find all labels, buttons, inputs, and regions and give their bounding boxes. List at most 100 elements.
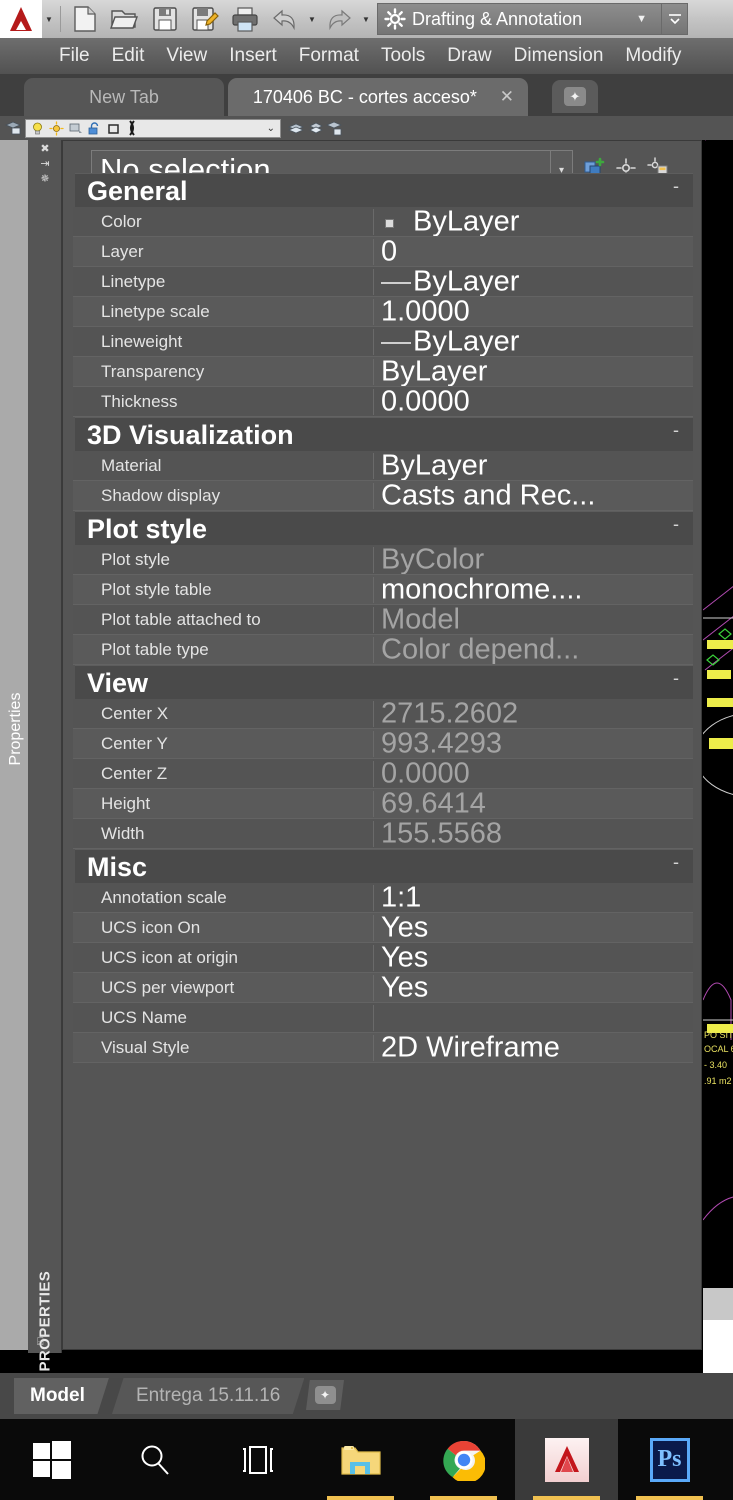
tab-layout-entrega[interactable]: Entrega 15.11.16 [112,1378,305,1414]
menu-item-view[interactable]: View [155,45,218,67]
property-value[interactable]: ByLayer [381,356,487,386]
property-value[interactable]: ByColor [381,544,484,574]
property-value[interactable]: 2D Wireframe [381,1032,560,1062]
layer-previous-icon[interactable] [287,118,306,138]
property-row[interactable]: Thickness 0.0000 [73,386,693,417]
lightbulb-on-icon[interactable] [28,118,47,138]
cad-drawing-sliver[interactable]: PO SITO OCAL 6 - 3.40 .91 m2 [703,140,733,1373]
property-value[interactable]: Color depend... [381,634,579,664]
property-row[interactable]: Annotation scale 1:1 [73,882,693,913]
save-button[interactable] [145,0,185,38]
property-value[interactable]: monochrome.... [381,574,582,604]
new-layout-button[interactable]: ✦ [306,1380,344,1410]
property-row[interactable]: Transparency ByLayer [73,356,693,387]
collapse-icon[interactable]: - [673,668,679,689]
close-icon[interactable]: ✕ [500,87,514,107]
properties-panel-strip[interactable]: ✖ ⇥ ✵ PROPERTIES ⌸ [28,140,62,1372]
property-row[interactable]: Visual Style 2D Wireframe [73,1032,693,1063]
property-value[interactable]: ByLayer [413,266,519,296]
file-explorer-button[interactable] [309,1419,412,1500]
menu-item-edit[interactable]: Edit [101,45,156,67]
property-row[interactable]: Plot style ByColor [73,544,693,575]
task-view-button[interactable] [206,1419,309,1500]
auto-hide-icon[interactable]: ⇥ [40,159,49,170]
collapse-icon[interactable]: - [673,852,679,873]
property-value[interactable]: ByLayer [381,450,487,480]
panel-options-icon[interactable]: ✵ [40,174,49,185]
property-value[interactable]: Yes [381,972,428,1002]
close-icon[interactable]: ✖ [40,144,49,155]
property-value[interactable]: Yes [381,912,428,942]
property-group-header[interactable]: Plot style - [75,511,693,545]
customize-qat-button[interactable] [662,3,688,35]
property-row[interactable]: Width 155.5568 [73,818,693,849]
collapse-icon[interactable]: - [673,420,679,441]
layer-isolate-icon[interactable] [306,118,325,138]
redo-dropdown-icon[interactable]: ▼ [359,15,373,24]
menu-item-tools[interactable]: Tools [370,45,436,67]
plot-style-square-icon[interactable] [104,118,123,138]
property-value[interactable]: 69.6414 [381,788,486,818]
property-group-header[interactable]: 3D Visualization - [75,417,693,451]
property-value[interactable]: 0.0000 [381,386,470,416]
search-button[interactable] [103,1419,206,1500]
property-value[interactable]: ByLayer [413,206,519,236]
layer-zero-icon[interactable] [123,118,142,138]
freeze-viewport-icon[interactable] [66,118,85,138]
layer-control-combo[interactable]: ⌄ [25,118,281,138]
menu-item-draw[interactable]: Draw [436,45,502,67]
property-row[interactable]: UCS icon On Yes [73,912,693,943]
drawing-canvas[interactable]: Properties ✖ ⇥ ✵ PROPERTIES ⌸ No selecti… [0,140,733,1373]
property-value[interactable]: 1:1 [381,882,421,912]
autocad-logo-icon[interactable] [0,0,42,38]
property-row[interactable]: Linetype scale 1.0000 [73,296,693,327]
property-row[interactable]: UCS icon at origin Yes [73,942,693,973]
resize-grip-icon[interactable]: ⌸ [37,1336,44,1349]
property-row[interactable]: Center X 2715.2602 [73,698,693,729]
photoshop-button[interactable]: Ps [618,1419,721,1500]
menu-item-dimension[interactable]: Dimension [503,45,615,67]
menu-item-file[interactable]: File [48,45,101,67]
save-as-button[interactable] [185,0,225,38]
sun-freeze-icon[interactable] [47,118,66,138]
start-button[interactable] [0,1419,103,1500]
workspace-selector[interactable]: Drafting & Annotation ▼ [377,3,662,35]
undo-button[interactable] [265,0,305,38]
property-row[interactable]: Height 69.6414 [73,788,693,819]
property-row[interactable]: Plot table attached to Model [73,604,693,635]
layer-properties-icon[interactable] [3,118,22,138]
unlock-icon[interactable] [85,118,104,138]
property-row[interactable]: Center Z 0.0000 [73,758,693,789]
cad-scrollbar-track[interactable] [703,1288,733,1320]
property-value[interactable]: Model [381,604,460,634]
property-row[interactable]: Plot style table monochrome.... [73,574,693,605]
property-value[interactable]: 993.4293 [381,728,502,758]
undo-dropdown-icon[interactable]: ▼ [305,15,319,24]
property-row[interactable]: Material ByLayer [73,450,693,481]
menu-item-insert[interactable]: Insert [218,45,288,67]
app-menu-caret-icon[interactable]: ▼ [42,15,56,24]
property-group-header[interactable]: Misc - [75,849,693,883]
property-group-header[interactable]: View - [75,665,693,699]
workspace-dropdown-icon[interactable]: ▼ [636,13,647,25]
property-value[interactable]: Yes [381,942,428,972]
layer-combo-arrow-icon[interactable]: ⌄ [267,123,278,134]
property-row[interactable]: Linetype ByLayer [73,266,693,297]
property-row[interactable]: Color ByLayer [73,206,693,237]
tab-drawing[interactable]: 170406 BC - cortes acceso* ✕ [228,78,528,116]
tab-new-tab[interactable]: New Tab [24,78,224,116]
property-row[interactable]: UCS per viewport Yes [73,972,693,1003]
layer-states-icon[interactable] [325,118,344,138]
property-row[interactable]: Plot table type Color depend... [73,634,693,665]
property-value[interactable]: Casts and Rec... [381,480,595,510]
property-value[interactable]: ByLayer [413,326,519,356]
redo-button[interactable] [319,0,359,38]
chrome-button[interactable] [412,1419,515,1500]
property-group-header[interactable]: General - [75,173,693,207]
property-value[interactable]: 1.0000 [381,296,470,326]
property-value[interactable]: 2715.2602 [381,698,518,728]
open-file-button[interactable] [105,0,145,38]
menu-item-modify[interactable]: Modify [614,45,692,67]
tab-model[interactable]: Model [14,1378,109,1414]
property-value[interactable]: 0.0000 [381,758,470,788]
